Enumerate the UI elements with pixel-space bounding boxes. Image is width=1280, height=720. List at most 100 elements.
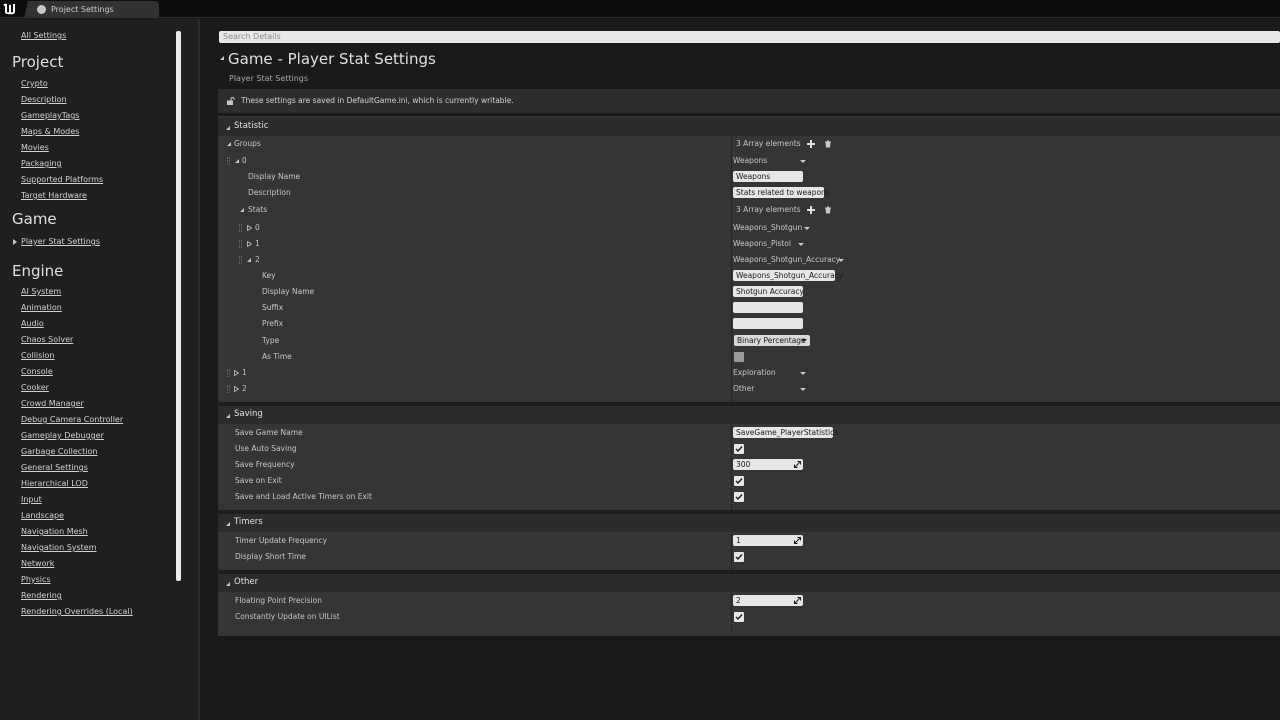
sidebar-item-player-stat-settings[interactable]: Player Stat Settings	[21, 237, 100, 246]
tab-project-settings[interactable]: Project Settings ×	[24, 1, 159, 18]
sidebar-item-maps-modes[interactable]: Maps & Modes	[21, 127, 79, 136]
collapsed-arrow-icon[interactable]	[234, 386, 239, 392]
spin-arrows-icon[interactable]	[794, 461, 801, 468]
sidebar-item-network[interactable]: Network	[21, 559, 54, 568]
prefix-label: Prefix	[262, 319, 284, 328]
sidebar-item-navigation-mesh[interactable]: Navigation Mesh	[21, 527, 88, 536]
drag-handle-icon[interactable]	[227, 369, 230, 377]
display-name-input[interactable]: Weapons	[733, 171, 803, 182]
type-dropdown[interactable]: Binary Percentage	[734, 335, 810, 346]
search-details-input[interactable]: Search Details	[219, 31, 1280, 43]
save-game-name-input[interactable]: SaveGame_PlayerStatistics	[733, 427, 838, 438]
sidebar-item-physics[interactable]: Physics	[21, 575, 51, 584]
type-row: Type Binary Percentage	[218, 333, 1280, 349]
category-statistic[interactable]: Statistic	[218, 118, 1280, 136]
drag-handle-icon[interactable]	[239, 224, 242, 232]
constantly-update-checkbox[interactable]	[734, 612, 744, 622]
expand-arrow-icon[interactable]	[226, 522, 230, 526]
stat-display-name-input[interactable]: Shotgun Accuracy	[733, 286, 804, 297]
dropdown-caret-icon[interactable]	[800, 372, 806, 375]
close-tab-icon[interactable]: ×	[169, 4, 177, 14]
category-other[interactable]: Other	[218, 574, 1280, 592]
stats-count: 3 Array elements	[736, 205, 801, 214]
details-grid: Statistic Groups 3 Array elements 0 Weap…	[218, 116, 1280, 636]
prefix-input[interactable]	[733, 318, 803, 329]
sidebar-item-chaos-solver[interactable]: Chaos Solver	[21, 335, 73, 344]
sidebar-all-settings[interactable]: All Settings	[21, 31, 66, 40]
sidebar-item-collision[interactable]: Collision	[21, 351, 55, 360]
suffix-input[interactable]	[733, 302, 803, 313]
drag-handle-icon[interactable]	[239, 240, 242, 248]
sidebar-item-general-settings[interactable]: General Settings	[21, 463, 88, 472]
sidebar-item-console[interactable]: Console	[21, 367, 53, 376]
timer-update-freq-value: 1	[736, 536, 741, 545]
dropdown-caret-icon[interactable]	[801, 339, 807, 342]
details-panel: Search Details Game - Player Stat Settin…	[202, 19, 1280, 720]
collapsed-arrow-icon[interactable]	[247, 241, 252, 247]
sidebar-item-animation[interactable]: Animation	[21, 303, 62, 312]
group-1-row: 1 Exploration	[218, 365, 1280, 381]
checkmark-icon	[735, 614, 743, 621]
constantly-update-row: Constantly Update on UIList	[218, 609, 1280, 625]
drag-handle-icon[interactable]	[239, 256, 242, 264]
as-time-checkbox[interactable]	[734, 352, 744, 362]
dropdown-caret-icon[interactable]	[800, 160, 806, 163]
dropdown-caret-icon[interactable]	[800, 388, 806, 391]
expand-arrow-icon[interactable]	[247, 258, 251, 262]
dropdown-caret-icon[interactable]	[838, 259, 844, 262]
save-timers-checkbox[interactable]	[734, 492, 744, 502]
unreal-logo-icon[interactable]	[2, 2, 16, 16]
expand-arrow-icon[interactable]	[226, 126, 230, 130]
collapsed-arrow-icon[interactable]	[247, 225, 252, 231]
sidebar-item-input[interactable]: Input	[21, 495, 42, 504]
sidebar-item-gameplay-debugger[interactable]: Gameplay Debugger	[21, 431, 104, 440]
category-saving[interactable]: Saving	[218, 406, 1280, 424]
key-input[interactable]: Weapons_Shotgun_Accuracy	[733, 270, 843, 281]
delete-all-icon[interactable]	[824, 206, 832, 214]
short-time-checkbox[interactable]	[734, 552, 744, 562]
sidebar-item-rendering[interactable]: Rendering	[21, 591, 62, 600]
expand-arrow-icon[interactable]	[227, 142, 231, 146]
sidebar-item-garbage-collection[interactable]: Garbage Collection	[21, 447, 97, 456]
sidebar-item-description[interactable]: Description	[21, 95, 67, 104]
dropdown-caret-icon[interactable]	[798, 243, 804, 246]
expand-arrow-icon[interactable]	[226, 414, 230, 418]
sidebar-item-landscape[interactable]: Landscape	[21, 511, 64, 520]
sidebar-item-supported-platforms[interactable]: Supported Platforms	[21, 175, 103, 184]
sidebar-item-crowd-manager[interactable]: Crowd Manager	[21, 399, 84, 408]
sidebar-item-crypto[interactable]: Crypto	[21, 79, 48, 88]
sidebar-item-audio[interactable]: Audio	[21, 319, 44, 328]
sidebar-item-ai-system[interactable]: AI System	[21, 287, 61, 296]
category-timers[interactable]: Timers	[218, 514, 1280, 532]
sidebar-item-gameplaytags[interactable]: GameplayTags	[21, 111, 79, 120]
sidebar-item-movies[interactable]: Movies	[21, 143, 49, 152]
collapse-arrow-icon[interactable]	[220, 56, 224, 60]
sidebar-item-navigation-system[interactable]: Navigation System	[21, 543, 97, 552]
expand-arrow-icon[interactable]	[235, 159, 239, 163]
description-input[interactable]: Stats related to weapons	[733, 187, 830, 198]
sidebar-item-debug-camera-controller[interactable]: Debug Camera Controller	[21, 415, 123, 424]
sidebar-item-hierarchical-lod[interactable]: Hierarchical LOD	[21, 479, 88, 488]
category-label: Statistic	[234, 121, 269, 131]
timer-update-freq-spinbox[interactable]: 1	[733, 535, 803, 546]
spin-arrows-icon[interactable]	[794, 597, 801, 604]
dropdown-caret-icon[interactable]	[804, 227, 810, 230]
save-on-exit-checkbox[interactable]	[734, 476, 744, 486]
sidebar-item-cooker[interactable]: Cooker	[21, 383, 49, 392]
drag-handle-icon[interactable]	[227, 385, 230, 393]
add-element-icon[interactable]	[807, 140, 815, 148]
save-frequency-spinbox[interactable]: 300	[733, 459, 803, 470]
auto-saving-checkbox[interactable]	[734, 444, 744, 454]
spin-arrows-icon[interactable]	[794, 537, 801, 544]
delete-all-icon[interactable]	[824, 140, 832, 148]
sidebar-item-rendering-overrides[interactable]: Rendering Overrides (Local)	[21, 607, 133, 616]
add-element-icon[interactable]	[807, 206, 815, 214]
sidebar-item-packaging[interactable]: Packaging	[21, 159, 62, 168]
sidebar-item-target-hardware[interactable]: Target Hardware	[21, 191, 87, 200]
expand-arrow-icon[interactable]	[240, 208, 244, 212]
drag-handle-icon[interactable]	[227, 157, 230, 165]
collapsed-arrow-icon[interactable]	[234, 370, 239, 376]
sidebar-scrollbar[interactable]	[176, 31, 181, 581]
expand-arrow-icon[interactable]	[226, 582, 230, 586]
precision-spinbox[interactable]: 2	[733, 595, 803, 606]
